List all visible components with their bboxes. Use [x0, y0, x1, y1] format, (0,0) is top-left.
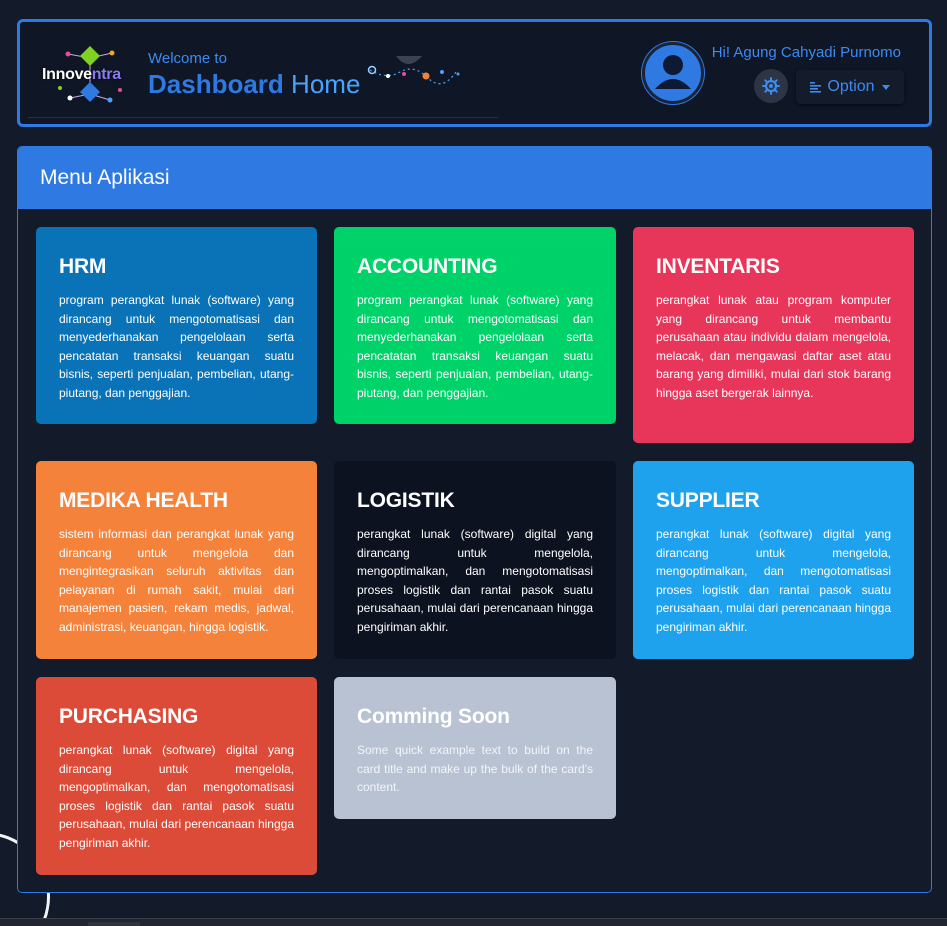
panel-title: Menu Aplikasi	[18, 147, 931, 209]
card-text: Some quick example text to build on the …	[357, 743, 593, 795]
menu-aplikasi-panel: Menu Aplikasi HRM program perangkat luna…	[17, 146, 932, 893]
card-text: sistem informasi dan perangkat lunak yan…	[59, 527, 294, 634]
network-graphic	[367, 56, 460, 85]
app-card-inventaris[interactable]: INVENTARIS perangkat lunak atau program …	[633, 227, 914, 443]
card-title: SUPPLIER	[656, 489, 760, 512]
card-title: Comming Soon	[357, 705, 510, 728]
innoventra-logo: Innoventra	[40, 44, 140, 108]
app-card-accounting[interactable]: ACCOUNTING program perangkat lunak (soft…	[334, 227, 616, 424]
option-dropdown-button[interactable]: Option	[796, 70, 904, 104]
app-card-supplier[interactable]: SUPPLIER perangkat lunak (software) digi…	[633, 461, 914, 659]
user-icon	[655, 55, 691, 89]
card-title: INVENTARIS	[656, 255, 780, 278]
card-title: PURCHASING	[59, 705, 199, 728]
chevron-down-icon	[881, 84, 890, 90]
taskbar-tab	[88, 922, 140, 926]
theme-settings-button[interactable]	[754, 69, 788, 103]
app-card-hrm[interactable]: HRM program perangkat lunak (software) y…	[36, 227, 317, 424]
app-card-medika-health[interactable]: MEDIKA HEALTH sistem informasi dan peran…	[36, 461, 317, 659]
card-title: ACCOUNTING	[357, 255, 498, 278]
card-text: perangkat lunak (software) digital yang …	[59, 743, 294, 850]
user-avatar[interactable]	[642, 42, 704, 104]
header-divider	[28, 117, 498, 118]
option-label: Option	[827, 78, 875, 95]
card-title: MEDIKA HEALTH	[59, 489, 228, 512]
logo-wordmark: Innoventra	[42, 66, 121, 83]
taskbar-strip	[0, 918, 947, 926]
app-card-logistik[interactable]: LOGISTIK perangkat lunak (software) digi…	[334, 461, 616, 659]
card-title: HRM	[59, 255, 107, 278]
menu-lines-icon	[810, 82, 822, 93]
card-text: perangkat lunak (software) digital yang …	[357, 527, 593, 634]
card-title: LOGISTIK	[357, 489, 455, 512]
card-text: program perangkat lunak (software) yang …	[59, 293, 294, 400]
card-text: program perangkat lunak (software) yang …	[357, 293, 593, 400]
card-text: perangkat lunak atau program komputer ya…	[656, 293, 891, 400]
app-card-purchasing[interactable]: PURCHASING perangkat lunak (software) di…	[36, 677, 317, 875]
app-card-coming-soon[interactable]: Comming Soon Some quick example text to …	[334, 677, 616, 819]
user-greeting: Hi! Agung Cahyadi Purnomo	[711, 44, 901, 61]
welcome-text: Welcome to	[148, 50, 227, 67]
dashboard-header: Innoventra Welcome to Dashboard Home Hi!…	[17, 19, 932, 127]
card-text: perangkat lunak (software) digital yang …	[656, 527, 891, 634]
gear-icon	[762, 77, 780, 95]
page-title: Dashboard Home	[148, 69, 361, 99]
